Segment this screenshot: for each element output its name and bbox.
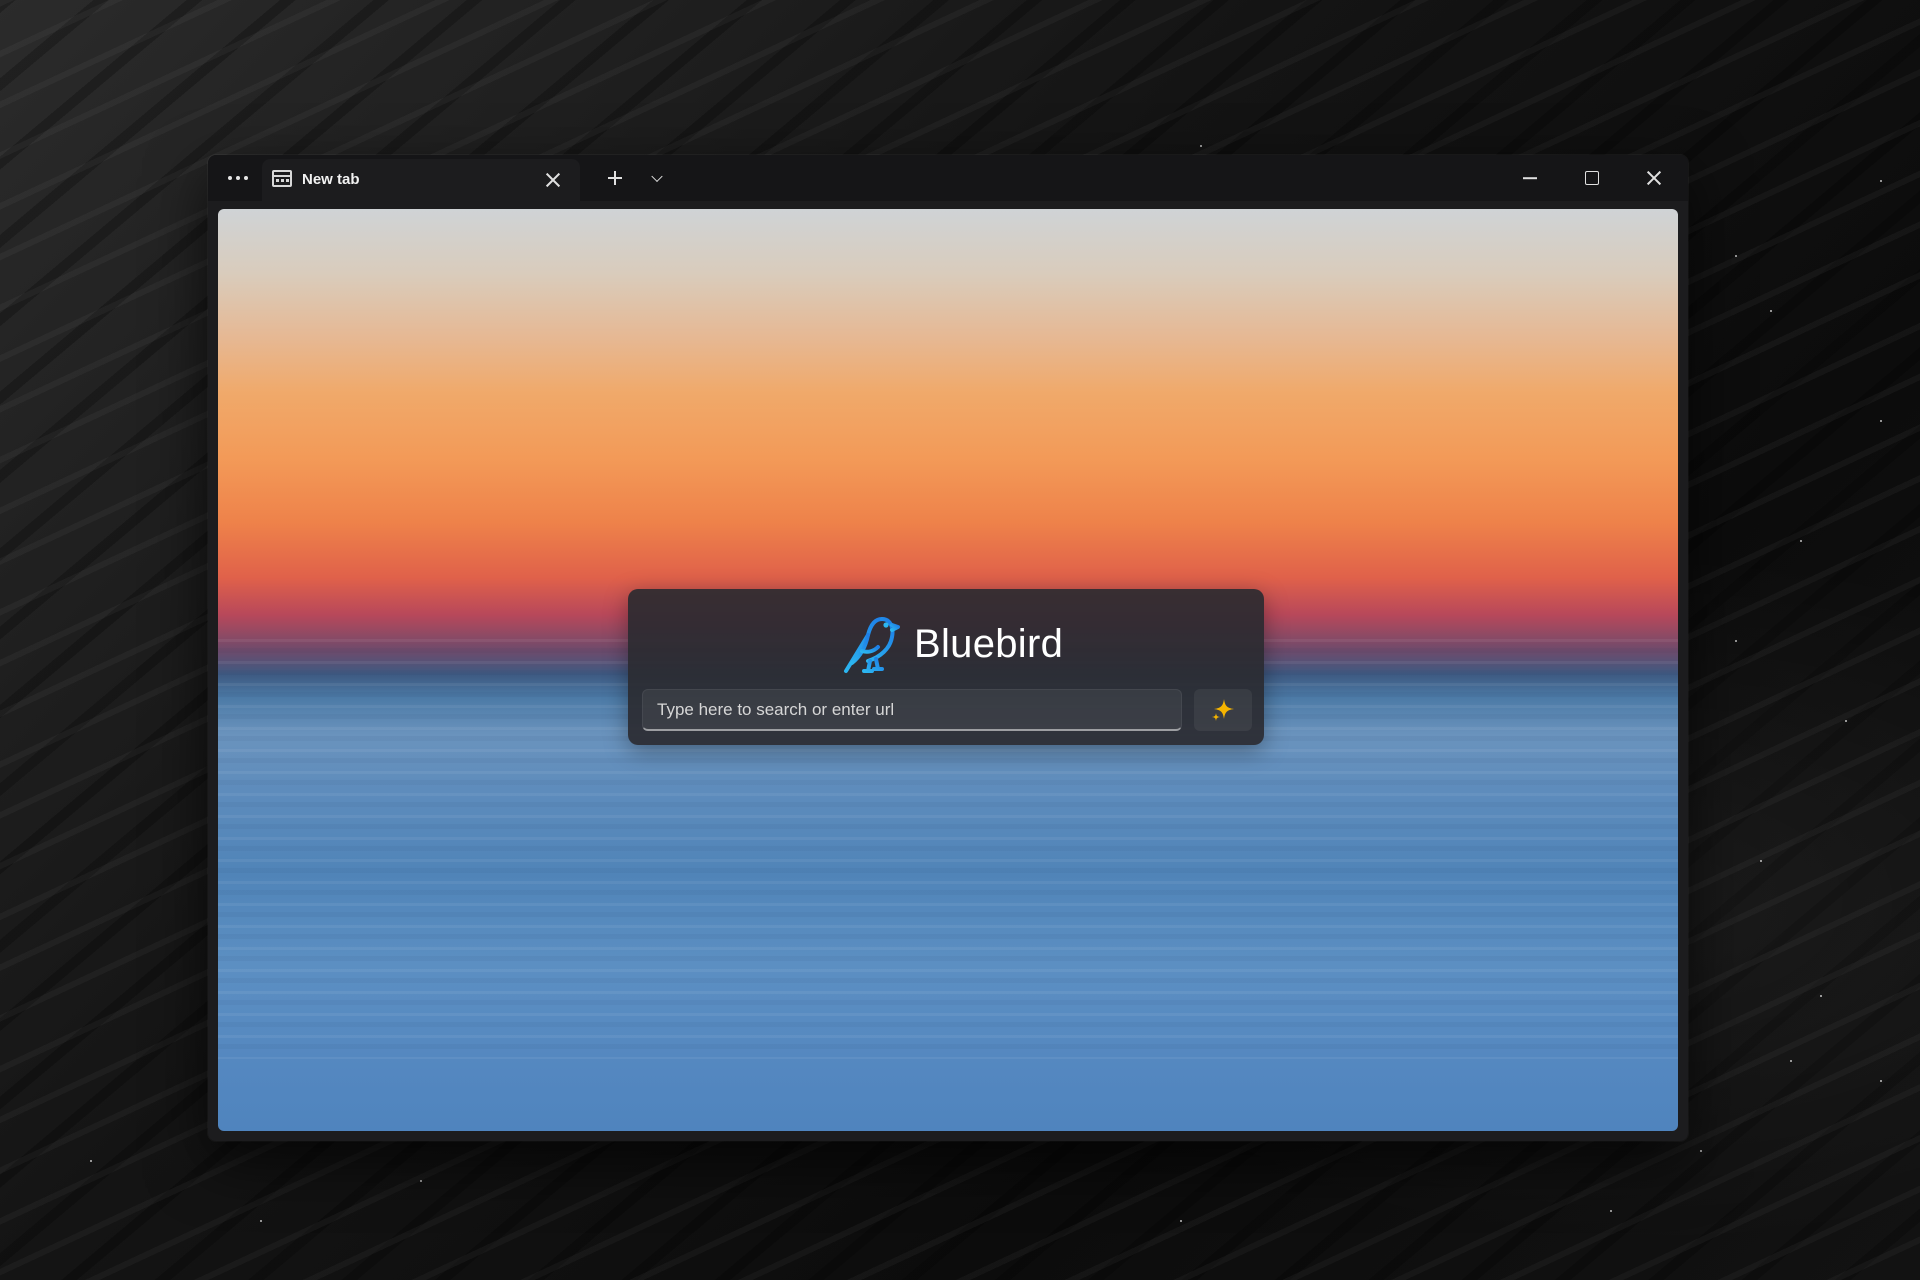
tab-close-button[interactable]: [540, 167, 566, 193]
window-close-button[interactable]: [1630, 159, 1678, 197]
plus-icon: [608, 171, 622, 185]
tab-title: New tab: [302, 171, 360, 188]
close-icon: [1646, 170, 1662, 186]
search-field[interactable]: [642, 689, 1182, 731]
ai-assistant-button[interactable]: [1194, 689, 1252, 731]
sparkle-icon: [1212, 699, 1234, 721]
brand-name: Bluebird: [914, 621, 1064, 666]
maximize-icon: [1585, 171, 1599, 185]
tab-list-button[interactable]: [642, 163, 672, 193]
search-card: Bluebird: [628, 589, 1264, 745]
tab-new-tab[interactable]: New tab: [262, 159, 580, 201]
minimize-icon: [1523, 177, 1537, 179]
brand: Bluebird: [838, 609, 1063, 679]
new-tab-page: Bluebird: [218, 209, 1678, 1131]
tab-page-icon: [272, 170, 292, 187]
search-input[interactable]: [643, 690, 1181, 729]
maximize-button[interactable]: [1568, 159, 1616, 197]
new-tab-button[interactable]: [598, 163, 632, 193]
browser-window: New tab Bluebird Type here to search or …: [208, 155, 1688, 1141]
more-dots-icon[interactable]: [218, 161, 258, 195]
minimize-button[interactable]: [1506, 159, 1554, 197]
bluebird-logo-icon: [844, 617, 900, 673]
title-bar[interactable]: New tab: [208, 155, 1688, 201]
close-icon: [545, 172, 561, 188]
chevron-down-icon: [651, 170, 663, 183]
